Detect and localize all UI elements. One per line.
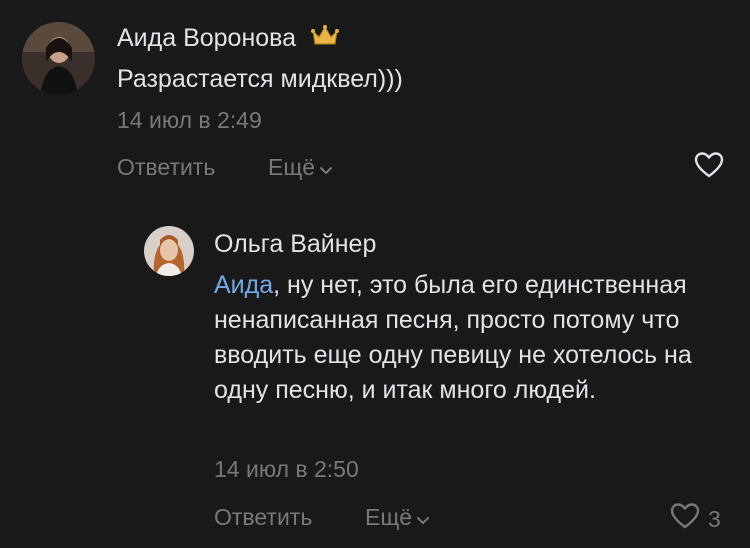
like-button[interactable] <box>694 151 724 185</box>
more-label: Ещё <box>268 154 316 180</box>
more-button[interactable]: Ещё <box>268 154 333 181</box>
comment-timestamp[interactable]: 14 июл в 2:49 <box>117 107 262 134</box>
avatar[interactable] <box>144 226 194 276</box>
reply-text: , ну нет, это была его единственная нена… <box>214 271 692 404</box>
comment-timestamp[interactable]: 14 июл в 2:50 <box>214 456 359 483</box>
crown-icon <box>311 24 340 54</box>
reply-button[interactable]: Ответить <box>214 504 312 531</box>
more-button[interactable]: Ещё <box>365 504 430 531</box>
like-button[interactable]: 3 <box>670 502 721 536</box>
chevron-down-icon <box>416 504 430 531</box>
author-name[interactable]: Аида Воронова <box>117 24 296 52</box>
chevron-down-icon <box>319 154 333 181</box>
reply-button[interactable]: Ответить <box>117 154 215 181</box>
mention-link[interactable]: Аида <box>214 271 273 299</box>
comment-author[interactable]: Аида Воронова <box>117 24 340 54</box>
reply-label: Ответить <box>117 154 216 180</box>
more-label: Ещё <box>365 504 413 530</box>
reply-label: Ответить <box>214 504 313 530</box>
heart-icon <box>694 151 724 185</box>
avatar[interactable] <box>22 22 95 95</box>
comment-text: Аида, ну нет, это была его единственная … <box>214 268 729 408</box>
heart-icon <box>670 502 700 536</box>
like-count: 3 <box>708 505 721 532</box>
comment-text: Разрастается мидквел))) <box>117 65 403 93</box>
comment-author[interactable]: Ольга Вайнер <box>214 230 376 259</box>
